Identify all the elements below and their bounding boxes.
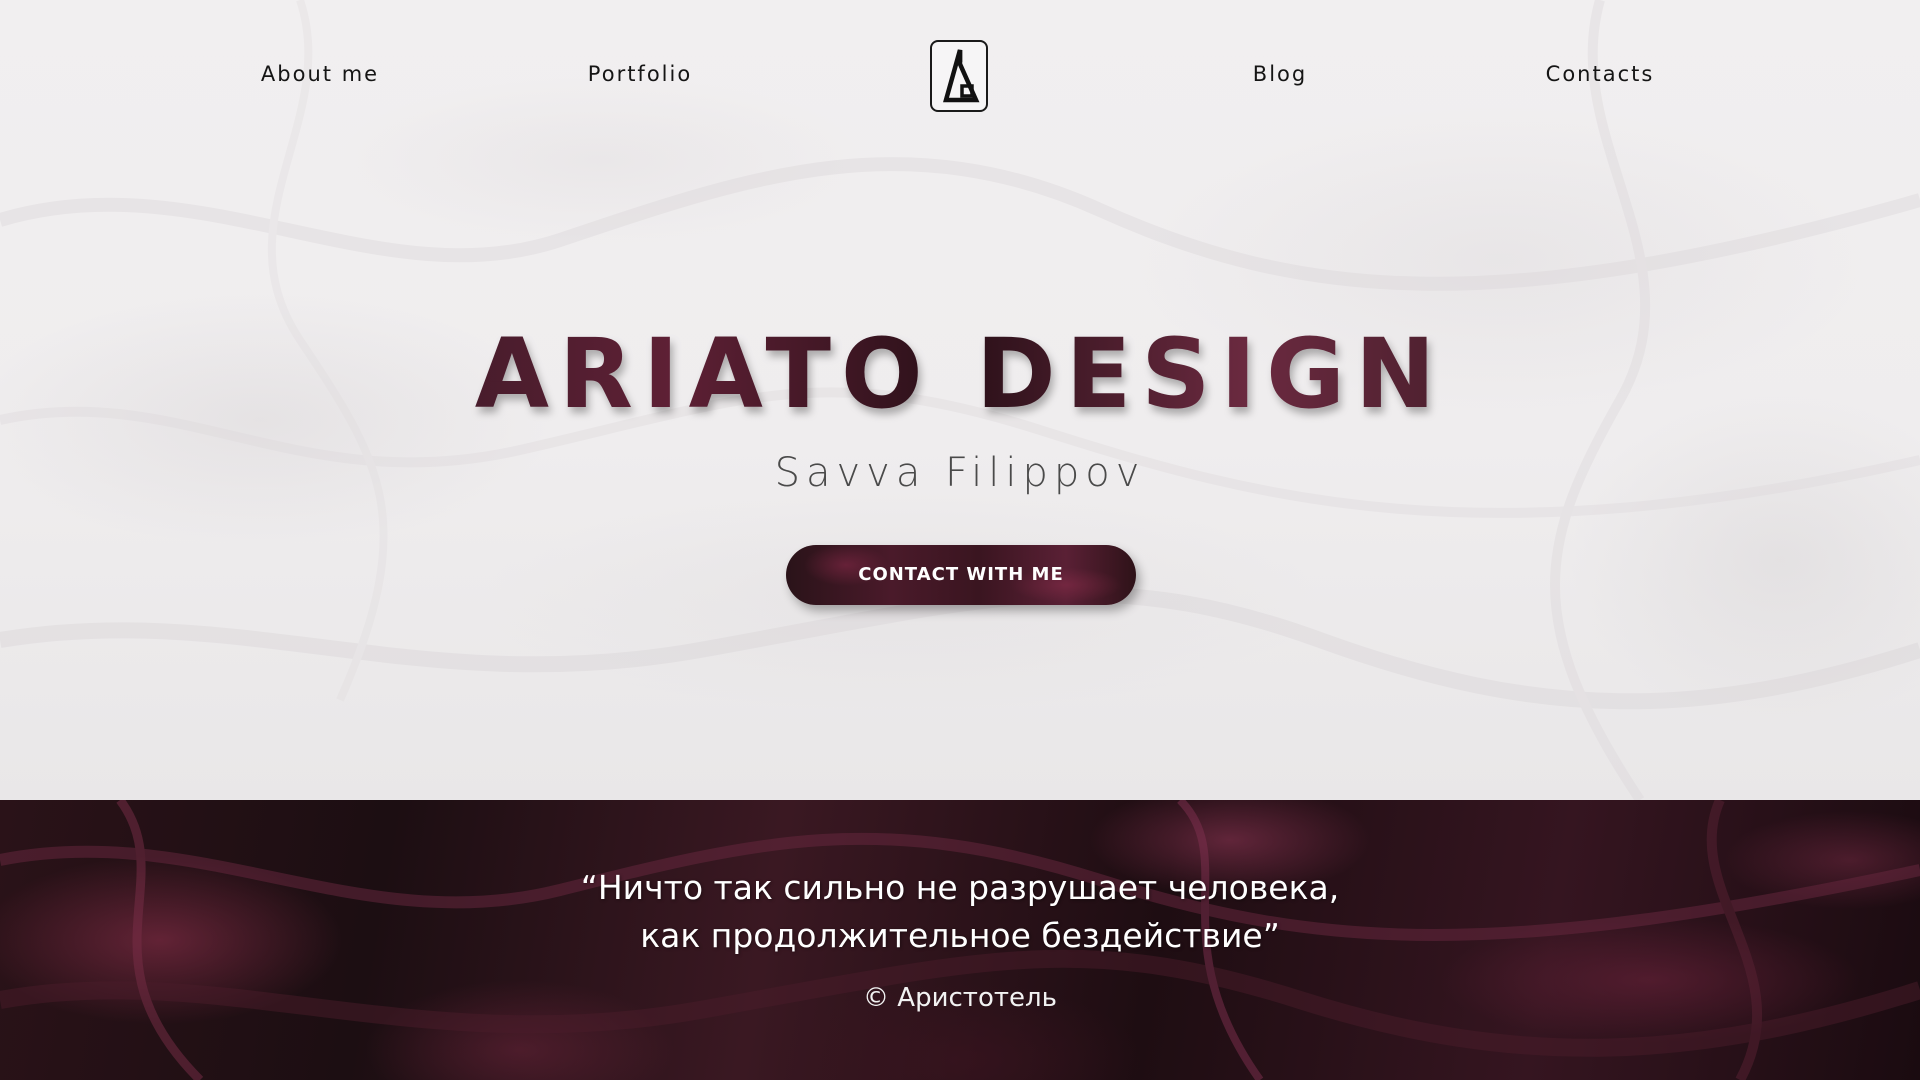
nav-link-blog[interactable]: Blog: [1253, 62, 1307, 86]
quote-author: © Аристотель: [863, 983, 1057, 1013]
logo-button[interactable]: [930, 40, 988, 112]
contact-with-me-button[interactable]: CONTACT WITH ME: [786, 545, 1136, 605]
nav-link-portfolio[interactable]: Portfolio: [588, 62, 692, 86]
ariato-logo-icon: [943, 49, 980, 103]
quote-section: “Ничто так сильно не разрушает человека,…: [0, 800, 1920, 1080]
hero-title: ARIATO DESIGN: [0, 318, 1920, 430]
quote-line-2: как продолжительное бездействие”: [640, 916, 1280, 955]
hero-section: About me Portfolio Blog Contacts ARIATO …: [0, 0, 1920, 800]
quote-line-1: “Ничто так сильно не разрушает человека,: [580, 868, 1340, 907]
landing-page: About me Portfolio Blog Contacts ARIATO …: [0, 0, 1920, 1080]
nav-link-contacts[interactable]: Contacts: [1546, 62, 1655, 86]
nav-link-about-me[interactable]: About me: [261, 62, 379, 86]
hero-subtitle: Savva Filippov: [774, 450, 1146, 496]
